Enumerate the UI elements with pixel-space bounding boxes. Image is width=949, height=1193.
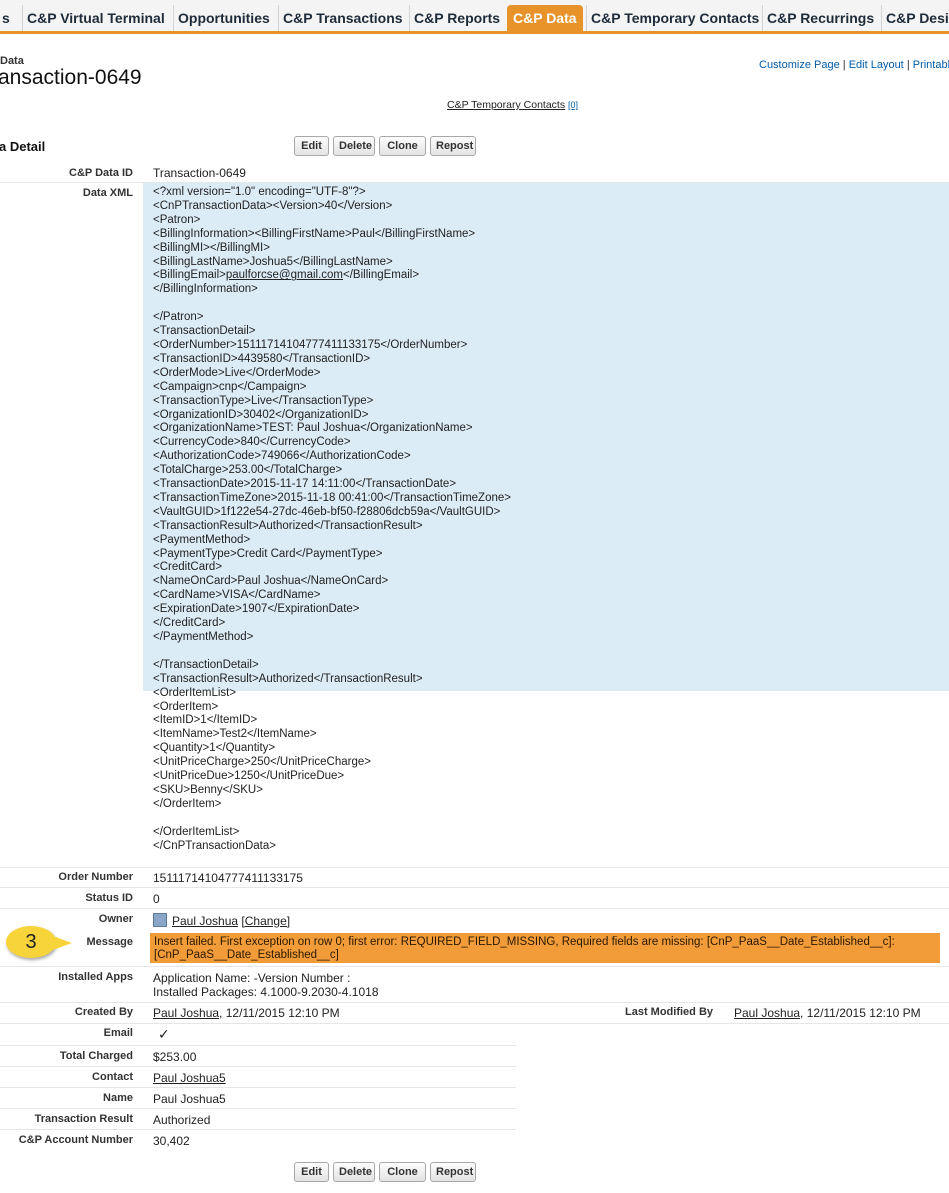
field-label: Owner: [98, 913, 133, 925]
tab-designations[interactable]: C&P Desig: [881, 5, 949, 31]
link-separator: |: [906, 59, 910, 71]
owner-avatar: [153, 913, 167, 927]
field-label: Order Number: [58, 871, 133, 883]
field-label: Contact: [92, 1071, 133, 1083]
row-divider: [0, 1002, 949, 1003]
modified-by-date: , 12/11/2015 12:10 PM: [800, 1006, 921, 1020]
installed-apps-line: Installed Packages: 4.1000-9.2030-4.1018: [153, 985, 379, 999]
created-by-user-link[interactable]: Paul Joshua: [153, 1006, 219, 1020]
field-label: Data XML: [82, 187, 133, 199]
account-number-value: 30,402: [153, 1134, 190, 1148]
transaction-result-value: Authorized: [153, 1113, 211, 1127]
error-message-line: Insert failed. First exception on row 0;…: [154, 936, 895, 948]
xml-text: <?xml version="1.0" encoding="UTF-8"?> <…: [153, 186, 476, 282]
page-title: ansaction-0649: [0, 66, 142, 89]
tab-transactions[interactable]: C&P Transactions: [278, 5, 407, 31]
temp-contacts-related-link[interactable]: C&P Temporary Contacts: [447, 99, 565, 111]
data-id-value: Transaction-0649: [153, 166, 246, 180]
customize-page-link[interactable]: Customize Page: [759, 59, 840, 71]
xml-text: </BillingInformation> </Patron> <Transac…: [153, 283, 511, 852]
page-header-links: Customize Page | Edit Layout | Printable: [759, 59, 949, 71]
tab-temporary-contacts[interactable]: C&P Temporary Contacts: [586, 5, 763, 31]
field-label: Total Charged: [59, 1050, 133, 1062]
email-checkbox-checked-icon: ✓: [158, 1026, 170, 1042]
field-label: Installed Apps: [58, 971, 133, 983]
owner-value: Paul Joshua [Change]: [172, 914, 290, 928]
data-xml-value: <?xml version="1.0" encoding="UTF-8"?> <…: [153, 186, 511, 854]
row-divider: [0, 887, 949, 888]
callout-number-badge: 3: [6, 926, 56, 958]
field-label: Transaction Result: [34, 1113, 133, 1125]
row-divider: [0, 1023, 949, 1024]
tab-partial-left[interactable]: s: [0, 5, 14, 31]
contact-link[interactable]: Paul Joshua5: [153, 1071, 226, 1085]
tab-reports[interactable]: C&P Reports: [409, 5, 504, 31]
name-value: Paul Joshua5: [153, 1092, 226, 1106]
error-message-value: Insert failed. First exception on row 0;…: [150, 933, 940, 963]
row-divider: [0, 1045, 516, 1046]
status-id-value: 0: [153, 892, 160, 906]
related-list-hover-links: C&P Temporary Contacts [0]: [447, 99, 578, 111]
row-divider: [0, 1087, 516, 1088]
owner-link[interactable]: Paul Joshua: [172, 914, 238, 928]
field-label: Email: [103, 1027, 133, 1039]
delete-button-bottom[interactable]: Delete: [333, 1162, 375, 1182]
modified-by-user-link[interactable]: Paul Joshua: [734, 1006, 800, 1020]
edit-layout-link[interactable]: Edit Layout: [849, 59, 904, 71]
field-label: Last Modified By: [625, 1006, 714, 1018]
total-charged-value: $253.00: [153, 1050, 197, 1064]
temp-contacts-count[interactable]: [0]: [568, 100, 578, 110]
order-number-value: 15111714104777411133175: [153, 871, 303, 885]
installed-apps-value: Application Name: -Version Number : Inst…: [153, 971, 379, 999]
row-divider: [0, 908, 949, 909]
clone-button[interactable]: Clone: [379, 136, 426, 156]
tab-opportunities[interactable]: Opportunities: [173, 5, 274, 31]
installed-apps-line: Application Name: -Version Number :: [153, 971, 351, 985]
row-divider: [0, 1108, 516, 1109]
callout-pointer: [50, 935, 72, 951]
tab-cp-data[interactable]: C&P Data: [507, 5, 583, 31]
field-label: C&P Data ID: [69, 167, 133, 179]
created-by-value: Paul Joshua, 12/11/2015 12:10 PM: [153, 1006, 340, 1020]
created-by-date: , 12/11/2015 12:10 PM: [219, 1006, 340, 1020]
clone-button-bottom[interactable]: Clone: [379, 1162, 426, 1182]
edit-button[interactable]: Edit: [294, 136, 329, 156]
field-label: C&P Account Number: [18, 1134, 133, 1146]
change-owner-link[interactable]: [Change]: [241, 914, 290, 928]
tab-recurrings[interactable]: C&P Recurrings: [762, 5, 878, 31]
row-divider: [0, 966, 949, 967]
error-message-line: [CnP_PaaS__Date_Established__c]: [154, 949, 339, 961]
delete-button[interactable]: Delete: [333, 136, 375, 156]
section-title: a Detail: [0, 139, 46, 154]
row-divider: [0, 867, 949, 868]
repost-button-bottom[interactable]: Repost: [430, 1162, 476, 1182]
link-separator: |: [842, 59, 846, 71]
row-divider: [0, 1066, 516, 1067]
tab-virtual-terminal[interactable]: C&P Virtual Terminal: [22, 5, 169, 31]
printable-view-link[interactable]: Printable: [913, 59, 949, 71]
billing-email-link[interactable]: paulforcse@gmail.com: [226, 269, 343, 281]
field-label: Message: [86, 936, 133, 948]
edit-button-bottom[interactable]: Edit: [294, 1162, 329, 1182]
modified-by-value: Paul Joshua, 12/11/2015 12:10 PM: [734, 1006, 921, 1020]
field-label: Name: [103, 1092, 133, 1104]
row-divider: [0, 1129, 516, 1130]
tab-bar: s C&P Virtual Terminal Opportunities C&P…: [0, 0, 949, 34]
field-label: Status ID: [85, 892, 133, 904]
xml-text: </BillingEmail>: [343, 269, 420, 282]
field-label: Created By: [74, 1006, 133, 1018]
repost-button[interactable]: Repost: [430, 136, 476, 156]
